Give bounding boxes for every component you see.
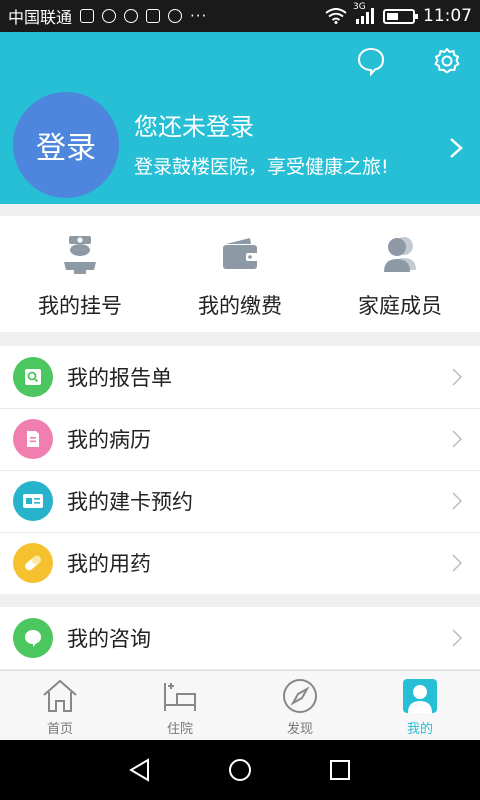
- chevron-right-icon: [452, 629, 462, 647]
- list-item-report[interactable]: 我的报告单: [0, 346, 480, 408]
- compass-icon: [283, 679, 317, 713]
- chat-bubble-icon: [124, 9, 139, 23]
- back-icon[interactable]: [126, 756, 154, 784]
- medical-record-icon: [13, 419, 53, 459]
- tab-label: 我的: [406, 722, 433, 737]
- my-payment-label: 我的缴费: [198, 294, 282, 318]
- chevron-right-icon: [452, 492, 462, 510]
- list-item-medical-record[interactable]: 我的病历: [0, 408, 480, 470]
- more-notifications-icon: ···: [190, 7, 208, 25]
- message-icon[interactable]: [356, 46, 386, 76]
- bed-icon: [164, 683, 196, 711]
- doctor-icon: [64, 236, 96, 274]
- list-item-label: 我的建卡预约: [67, 490, 193, 514]
- menu-group-consult: 我的咨询: [0, 607, 480, 669]
- clock: 11:07: [423, 6, 472, 26]
- tab-label: 发现: [286, 722, 313, 737]
- tab-label: 首页: [46, 722, 73, 737]
- pill-icon: [13, 543, 53, 583]
- wallet-icon: [223, 238, 258, 269]
- tab-inpatient[interactable]: 住院: [120, 671, 240, 740]
- login-avatar-button[interactable]: 登录: [13, 92, 119, 198]
- consult-icon: [13, 618, 53, 658]
- report-icon: [13, 357, 53, 397]
- my-payment-button[interactable]: 我的缴费: [160, 216, 320, 332]
- gear-icon[interactable]: [432, 46, 462, 76]
- tab-discover[interactable]: 发现: [240, 671, 360, 740]
- list-item-medication[interactable]: 我的用药: [0, 532, 480, 594]
- family-members-button[interactable]: 家庭成员: [320, 216, 480, 332]
- my-registration-label: 我的挂号: [38, 294, 122, 318]
- tab-me[interactable]: 我的: [360, 671, 480, 740]
- list-item-consultation[interactable]: 我的咨询: [0, 607, 480, 669]
- chevron-right-icon: [452, 554, 462, 572]
- network-type: 3G: [353, 2, 366, 12]
- list-item-label: 我的报告单: [67, 366, 172, 390]
- chevron-right-icon: [452, 368, 462, 386]
- chevron-right-icon[interactable]: [448, 136, 464, 160]
- bottom-tab-bar: 首页 住院 发现 我的: [0, 670, 480, 740]
- image-icon: [146, 9, 161, 23]
- list-item-label: 我的用药: [67, 552, 151, 576]
- message-icon: [102, 9, 117, 23]
- menu-group-records: 我的报告单 我的病历 我的建卡预约 我的用药: [0, 346, 480, 594]
- wifi-icon: [325, 8, 347, 24]
- card-icon: [13, 481, 53, 521]
- login-status-title[interactable]: 您还未登录: [134, 107, 254, 142]
- tab-label: 住院: [166, 722, 193, 737]
- signal-icon: 3G: [353, 2, 375, 24]
- home-icon: [43, 679, 77, 712]
- carrier-name: 中国联通: [8, 8, 73, 27]
- list-item-card-appointment[interactable]: 我的建卡预约: [0, 470, 480, 532]
- sim-icon: [80, 9, 95, 23]
- recents-icon[interactable]: [326, 756, 354, 784]
- profile-header: 登录 您还未登录 登录鼓楼医院，享受健康之旅!: [0, 32, 480, 204]
- chevron-right-icon: [452, 430, 462, 448]
- system-nav-bar: [0, 740, 480, 800]
- family-icon: [384, 237, 416, 272]
- blocked-icon: [168, 9, 183, 23]
- home-button-icon[interactable]: [226, 756, 254, 784]
- status-bar: 中国联通 ··· 3G 11:07: [0, 0, 480, 32]
- list-item-label: 我的病历: [67, 428, 151, 452]
- login-prompt[interactable]: 登录鼓楼医院，享受健康之旅!: [134, 152, 389, 179]
- profile-icon: [403, 679, 437, 713]
- quick-actions: 我的挂号 我的缴费 家庭成员: [0, 216, 480, 332]
- battery-icon: [383, 8, 418, 24]
- tab-home[interactable]: 首页: [0, 671, 120, 740]
- list-item-label: 我的咨询: [67, 627, 151, 651]
- my-registration-button[interactable]: 我的挂号: [0, 216, 160, 332]
- family-members-label: 家庭成员: [358, 294, 442, 318]
